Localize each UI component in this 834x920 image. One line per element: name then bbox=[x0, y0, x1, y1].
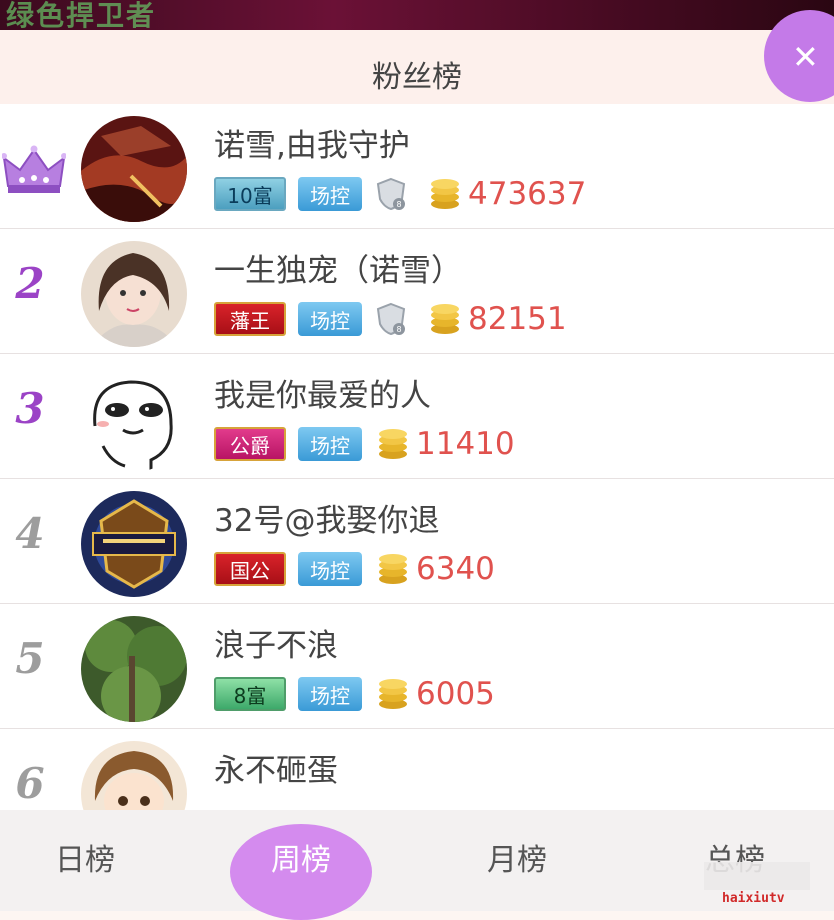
list-item[interactable]: 诺雪,由我守护 10富 场控 8 473637 bbox=[0, 104, 834, 229]
contribution-amount: 11410 bbox=[416, 426, 515, 462]
rank-title-badge: 藩王 bbox=[214, 302, 286, 336]
close-icon[interactable]: ✕ bbox=[792, 38, 819, 76]
list-item[interactable]: 5 浪子不浪 8富 场控 6005 bbox=[0, 604, 834, 729]
tab-monthly[interactable]: 月榜 bbox=[442, 810, 592, 911]
watermark-blur bbox=[704, 862, 810, 890]
contribution-amount: 82151 bbox=[468, 301, 567, 337]
avatar[interactable] bbox=[81, 616, 187, 722]
rank-number: 3 bbox=[15, 384, 45, 433]
user-name[interactable]: 永不砸蛋 bbox=[214, 745, 338, 790]
rank-title-badge: 8富 bbox=[214, 677, 286, 711]
control-badge: 场控 bbox=[298, 677, 362, 711]
rank-number: 5 bbox=[15, 634, 45, 683]
svg-text:8: 8 bbox=[396, 325, 401, 334]
gold-coins-icon bbox=[379, 429, 407, 459]
rank-number: 4 bbox=[15, 509, 45, 558]
period-tabbar: 日榜 周榜 月榜 总榜 bbox=[0, 810, 834, 920]
list-item[interactable]: 3 我是你最爱的人 公爵 场控 11410 bbox=[0, 354, 834, 479]
tab-daily[interactable]: 日榜 bbox=[10, 810, 160, 911]
background-app-strip: 绿色捍卫者 bbox=[0, 0, 834, 32]
background-title: 绿色捍卫者 bbox=[6, 0, 157, 32]
crown-icon bbox=[2, 145, 66, 193]
control-badge: 场控 bbox=[298, 302, 362, 336]
avatar[interactable] bbox=[81, 116, 187, 222]
user-name[interactable]: 诺雪,由我守护 bbox=[214, 120, 410, 165]
avatar[interactable] bbox=[81, 491, 187, 597]
user-name[interactable]: 我是你最爱的人 bbox=[214, 370, 431, 415]
rank-number: 6 bbox=[15, 759, 45, 808]
contribution-amount: 6340 bbox=[416, 551, 495, 587]
avatar[interactable] bbox=[81, 241, 187, 347]
shield-icon: 8 bbox=[376, 177, 406, 211]
gold-coins-icon bbox=[431, 179, 459, 209]
gold-coins-icon bbox=[379, 679, 407, 709]
list-item[interactable]: 2 一生独宠（诺雪） 藩王 场控 8 82151 bbox=[0, 229, 834, 354]
avatar[interactable] bbox=[81, 741, 187, 810]
contribution-amount: 473637 bbox=[468, 176, 587, 212]
rank-number: 2 bbox=[15, 259, 45, 308]
control-badge: 场控 bbox=[298, 552, 362, 586]
contribution-amount: 6005 bbox=[416, 676, 495, 712]
shield-icon: 8 bbox=[376, 302, 406, 336]
control-badge: 场控 bbox=[298, 177, 362, 211]
user-name[interactable]: 一生独宠（诺雪） bbox=[214, 245, 462, 290]
user-name[interactable]: 浪子不浪 bbox=[214, 620, 338, 665]
rank-title-badge: 公爵 bbox=[214, 427, 286, 461]
panel-header: 粉丝榜 bbox=[0, 30, 834, 106]
panel-title: 粉丝榜 bbox=[372, 60, 462, 95]
list-item[interactable]: 4 32号@我娶你退 国公 场控 6340 bbox=[0, 479, 834, 604]
fan-ranking-list[interactable]: 诺雪,由我守护 10富 场控 8 473637 2 一生独宠（诺雪） 藩王 场控… bbox=[0, 104, 834, 810]
list-item[interactable]: 6 永不砸蛋 bbox=[0, 729, 834, 810]
user-name[interactable]: 32号@我娶你退 bbox=[214, 495, 439, 540]
watermark: haixiutv bbox=[722, 891, 785, 906]
rank-title-badge: 10富 bbox=[214, 177, 286, 211]
control-badge: 场控 bbox=[298, 427, 362, 461]
tab-weekly[interactable]: 周榜 bbox=[226, 810, 376, 911]
gold-coins-icon bbox=[431, 304, 459, 334]
gold-coins-icon bbox=[379, 554, 407, 584]
svg-text:8: 8 bbox=[396, 200, 401, 209]
avatar[interactable] bbox=[81, 366, 187, 472]
rank-title-badge: 国公 bbox=[214, 552, 286, 586]
